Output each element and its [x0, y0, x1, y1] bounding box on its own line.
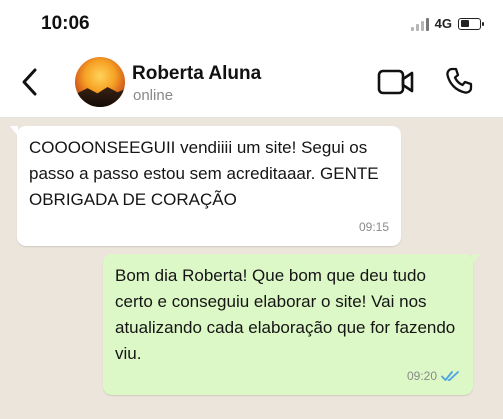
back-button[interactable]: [16, 65, 46, 99]
incoming-message[interactable]: COOOONSEEGUII vendiiii um site! Segui os…: [10, 126, 401, 246]
chat-header: Roberta Aluna online: [0, 48, 503, 118]
status-time: 10:06: [41, 13, 90, 34]
message-text: Bom dia Roberta! Que bom que deu tudo ce…: [115, 266, 456, 363]
contact-name[interactable]: Roberta Aluna: [132, 63, 261, 85]
signal-icon: [410, 17, 429, 31]
double-check-icon: [441, 371, 459, 381]
voice-call-button[interactable]: [444, 66, 474, 96]
contact-status: online: [133, 87, 174, 104]
chat-area[interactable]: COOOONSEEGUII vendiiii um site! Segui os…: [0, 118, 503, 419]
video-call-icon: [377, 69, 414, 95]
avatar[interactable]: [75, 57, 125, 107]
phone-icon: [446, 67, 473, 94]
message-text: COOOONSEEGUII vendiiii um site! Segui os…: [29, 138, 379, 209]
status-icons: 4G: [410, 16, 484, 31]
message-time: 09:20: [407, 363, 461, 389]
back-arrow-icon: [22, 68, 37, 96]
status-bar: 10:06 4G: [0, 0, 503, 48]
network-label: 4G: [434, 16, 452, 31]
message-time: 09:15: [358, 220, 389, 234]
battery-icon: [458, 17, 484, 30]
video-call-button[interactable]: [377, 68, 415, 96]
outgoing-message[interactable]: Bom dia Roberta! Que bom que deu tudo ce…: [103, 254, 480, 395]
